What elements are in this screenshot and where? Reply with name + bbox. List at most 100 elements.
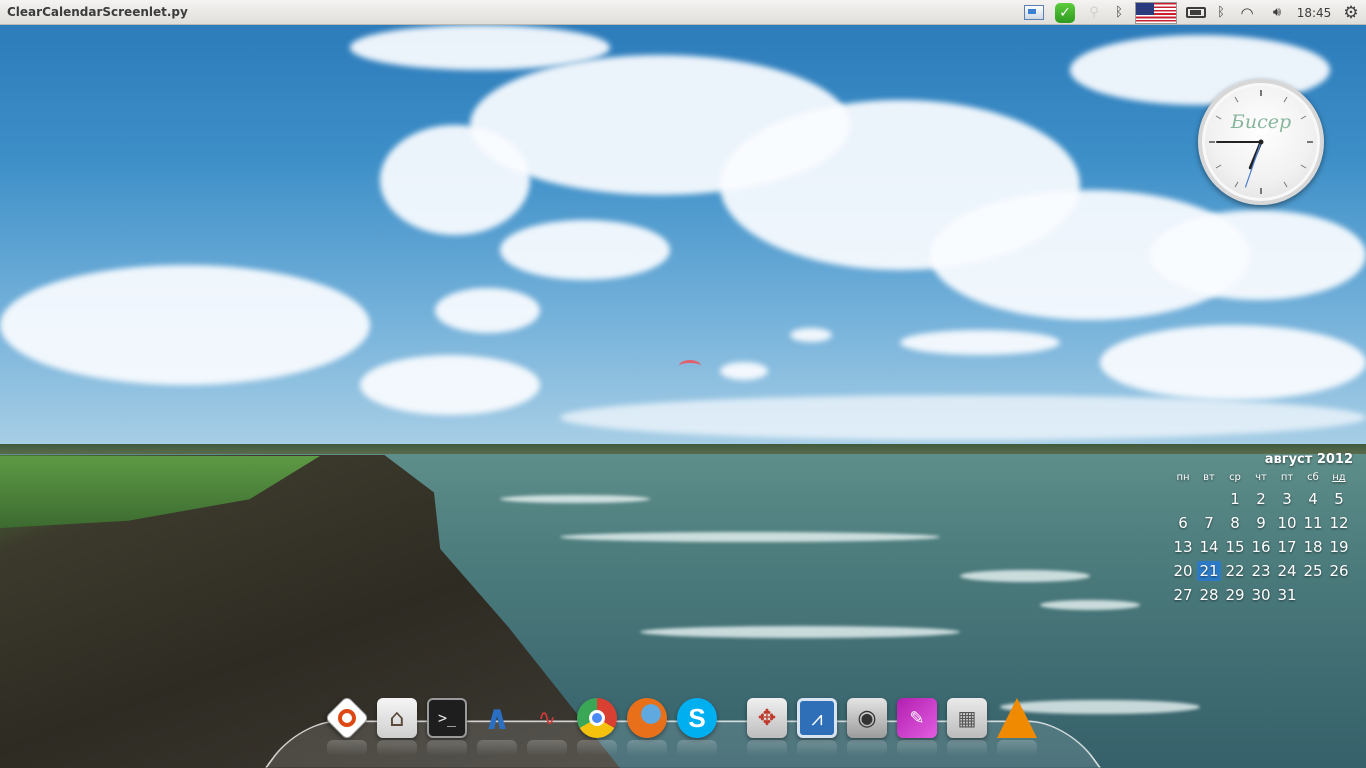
calendar-day[interactable]: 28 [1196,583,1222,607]
camera-icon: ◉ [847,698,887,738]
chrome-icon[interactable] [575,696,619,756]
top-panel: ClearCalendarScreenlet.py ✓ ⚲ ᛒ ᛒ ◠ 🔊︎ 1… [0,0,1366,25]
vlc-icon[interactable] [995,696,1039,756]
power-gear-icon[interactable]: ⚙ [1336,0,1366,25]
calendar-day[interactable]: 4 [1300,487,1326,511]
firefox-icon [627,698,667,738]
calendar-day[interactable]: 16 [1248,535,1274,559]
calendar-day[interactable]: 17 [1274,535,1300,559]
calculator-icon: ▦ [947,698,987,738]
calendar-day[interactable]: 6 [1170,511,1196,535]
calendar-grid: пн вт ср чт пт сб нд 1 2 3 4 5 6 7 8 9 10 11 12 13 14 15 16 17 1… [1170,469,1356,607]
icon-reflection [527,740,567,756]
calendar-day[interactable]: 24 [1274,559,1300,583]
cloud [380,125,530,235]
calendar-day[interactable]: 18 [1300,535,1326,559]
calendar-day[interactable]: 3 [1274,487,1300,511]
icon-reflection [377,740,417,756]
calendar-title: август 2012 [1264,452,1353,467]
calendar-day[interactable]: 11 [1300,511,1326,535]
cloud [720,362,768,380]
calculator-icon[interactable]: ▦ [945,696,989,756]
calendar-day[interactable]: 20 [1170,559,1196,583]
calendar-day[interactable]: 30 [1248,583,1274,607]
home-folder-icon[interactable]: ⌂ [375,696,419,756]
terminal-icon[interactable]: >_ [425,696,469,756]
icon-reflection [477,740,517,756]
calendar-screenlet[interactable]: август 2012 пн вт ср чт пт сб нд 1 2 3 4 5 6 7 8 9 10 11 1… [1170,452,1356,607]
volume-icon[interactable]: 🔊︎ [1262,0,1292,25]
calendar-day[interactable]: 8 [1222,511,1248,535]
video-editor-icon[interactable]: ✎ [895,696,939,756]
wave [960,570,1090,582]
calendar-day[interactable]: 14 [1196,535,1222,559]
mail-icon[interactable] [1018,0,1050,25]
icon-reflection [427,740,467,756]
skype-icon[interactable]: S [675,696,719,756]
wave [640,626,960,638]
clock-tick [1283,181,1288,188]
battery-icon[interactable] [1182,0,1210,25]
calendar-day[interactable]: 23 [1248,559,1274,583]
calendar-day[interactable]: 29 [1222,583,1248,607]
clock-tick [1300,115,1307,120]
ubuntu-launcher-icon[interactable] [324,695,370,756]
cloud [360,355,540,415]
bluetooth-icon[interactable]: ᛒ [1108,0,1130,25]
faded-indicator-icon[interactable]: ⚲ [1080,0,1108,25]
calendar-day[interactable]: 31 [1274,583,1300,607]
wave [560,532,940,542]
arc-app-icon: ∧ [483,698,511,738]
calendar-day[interactable]: 12 [1326,511,1352,535]
weekday-header: ср [1229,472,1241,483]
system-monitor-pulse-icon[interactable]: ∿ [525,696,569,756]
joystick-game-icon[interactable]: ✥ [745,696,789,756]
calendar-day[interactable]: 1 [1222,487,1248,511]
system-monitor-icon[interactable]: ⩘ [795,696,839,756]
icon-reflection [897,740,937,756]
weekday-header: вт [1203,472,1215,483]
update-check-icon[interactable]: ✓ [1050,0,1080,25]
calendar-day[interactable]: 10 [1274,511,1300,535]
video-editor-icon: ✎ [897,698,937,738]
indicator-area: ✓ ⚲ ᛒ ᛒ ◠ 🔊︎ 18:45 ⚙ [1018,0,1366,25]
icon-reflection [747,740,787,756]
bluetooth-icon[interactable]: ᛒ [1210,0,1232,25]
cloud [0,265,370,385]
clock-tick [1283,96,1288,103]
wifi-icon[interactable]: ◠ [1232,0,1262,25]
analog-clock-screenlet[interactable]: Бисер [1198,79,1324,205]
cloud [500,220,670,280]
clock-tick [1215,115,1222,120]
joystick-game-icon: ✥ [747,698,787,738]
camera-icon[interactable]: ◉ [845,696,889,756]
icon-reflection [327,740,367,756]
clock-tick [1234,181,1239,188]
second-hand [1244,141,1262,188]
calendar-day[interactable]: 15 [1222,535,1248,559]
calendar-day [1196,487,1222,511]
arc-app-icon[interactable]: ∧ [475,696,519,756]
cloud [1100,325,1366,400]
system-monitor-pulse-icon: ∿ [537,705,557,731]
calendar-day[interactable]: 13 [1170,535,1196,559]
calendar-day[interactable]: 25 [1300,559,1326,583]
weekday-header: сб [1307,472,1319,483]
calendar-day[interactable]: 9 [1248,511,1274,535]
icon-reflection [797,740,837,756]
calendar-day[interactable]: 7 [1196,511,1222,535]
window-title: ClearCalendarScreenlet.py [7,5,188,19]
calendar-day[interactable]: 5 [1326,487,1352,511]
us-flag-keyboard-icon[interactable] [1130,0,1182,25]
firefox-icon[interactable] [625,696,669,756]
clock-indicator[interactable]: 18:45 [1292,0,1336,25]
calendar-day[interactable]: 2 [1248,487,1274,511]
calendar-day[interactable]: 26 [1326,559,1352,583]
calendar-day-today[interactable]: 21 [1197,561,1221,581]
calendar-day[interactable]: 19 [1326,535,1352,559]
calendar-day[interactable]: 27 [1170,583,1196,607]
icon-reflection [577,740,617,756]
calendar-day[interactable]: 22 [1222,559,1248,583]
calendar-day [1326,583,1352,607]
cloud [435,288,540,333]
